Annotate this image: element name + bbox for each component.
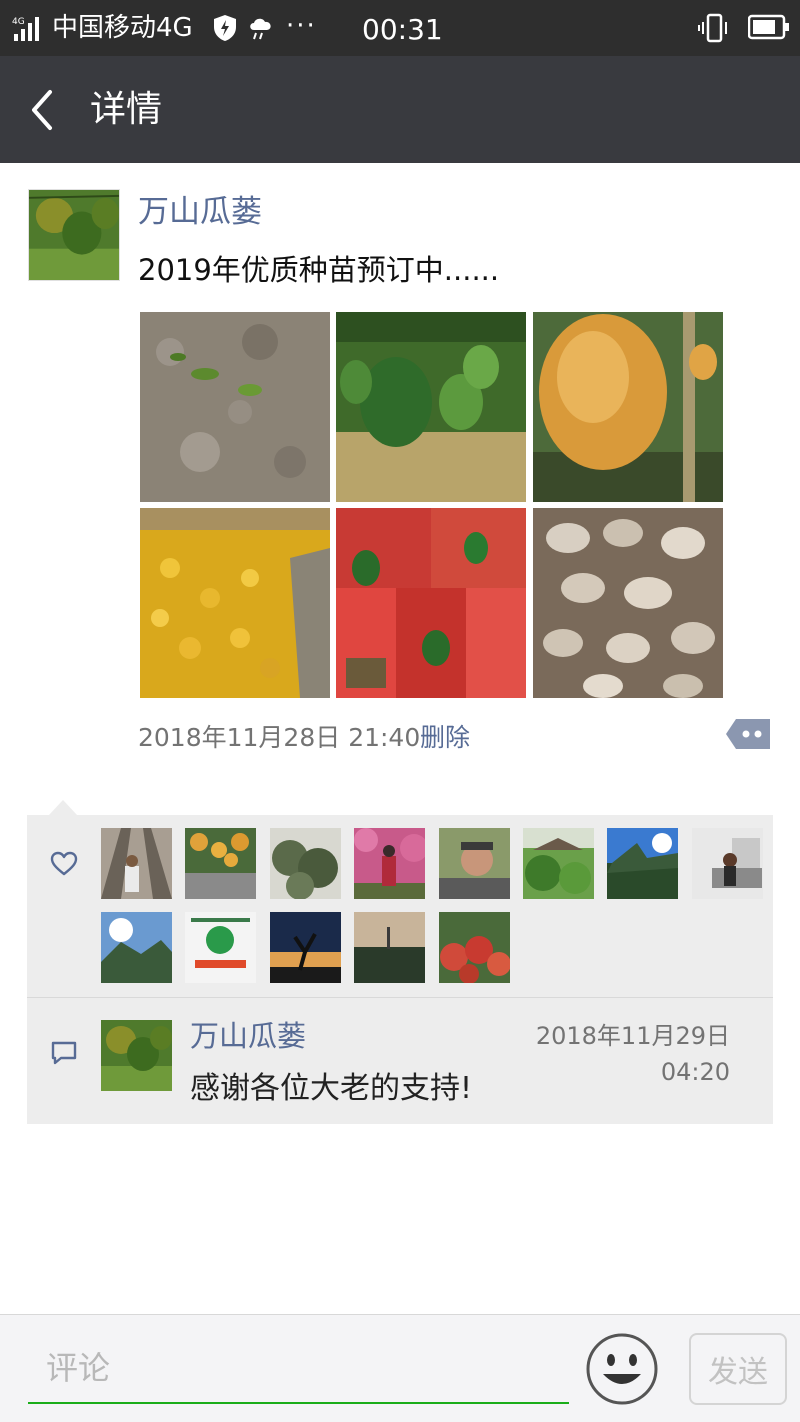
shield-bolt-icon — [214, 15, 236, 41]
comment-author-avatar[interactable] — [101, 1020, 172, 1091]
more-notifications-indicator: ··· — [286, 11, 317, 41]
liker-avatar[interactable] — [185, 912, 256, 983]
back-arrow-icon[interactable] — [22, 82, 62, 138]
liker-avatar[interactable] — [101, 828, 172, 899]
carrier-name: 中国移动4G — [52, 13, 193, 43]
comment-bubble-icon — [51, 1041, 77, 1065]
gourd-seeds-closeup-photo[interactable] — [533, 508, 723, 698]
vibrate-mode-icon — [698, 13, 727, 43]
liker-avatar[interactable] — [439, 912, 510, 983]
liker-avatar[interactable] — [439, 828, 510, 899]
post-author-name[interactable]: 万山瓜蒌 — [138, 192, 262, 232]
send-button[interactable]: 发送 — [689, 1333, 787, 1405]
ripe-golden-gourd-photo[interactable] — [533, 312, 723, 502]
navigation-bar: 详情 — [0, 56, 800, 163]
weather-cloud-icon — [250, 18, 271, 40]
post-text: 2019年优质种苗预订中...... — [138, 253, 500, 287]
green-gourds-on-vine-photo[interactable] — [336, 312, 526, 502]
liker-avatar[interactable] — [523, 828, 594, 899]
liker-avatar[interactable] — [101, 912, 172, 983]
liker-avatar[interactable] — [270, 828, 341, 899]
battery-icon — [748, 14, 789, 40]
comment-input[interactable] — [28, 1334, 569, 1404]
emoji-smiley-icon[interactable] — [585, 1332, 659, 1406]
liker-avatar[interactable] — [607, 828, 678, 899]
comment-text: 感谢各位大老的支持! — [190, 1071, 473, 1106]
page-title: 详情 — [90, 89, 163, 130]
comment-timestamp: 2018年11月29日 04:20 — [535, 1022, 730, 1086]
packaged-seeds-photo[interactable] — [336, 508, 526, 698]
more-actions-icon[interactable] — [724, 717, 772, 751]
status-time: 00:31 — [362, 13, 443, 46]
panel-divider — [27, 997, 773, 998]
golden-gourd-harvest-pile-photo[interactable] — [140, 508, 330, 698]
post-photo-grid — [140, 312, 725, 698]
liker-avatar[interactable] — [354, 828, 425, 899]
svg-text:4G: 4G — [12, 17, 25, 27]
liker-avatar[interactable] — [692, 828, 763, 899]
comment-author-name[interactable]: 万山瓜蒌 — [190, 1016, 306, 1056]
signal-strength-icon: 4G — [12, 17, 39, 41]
heart-outline-icon — [50, 851, 78, 876]
liker-avatar[interactable] — [185, 828, 256, 899]
post-author-avatar[interactable] — [28, 189, 120, 281]
liker-avatar[interactable] — [270, 912, 341, 983]
status-bar: 4G 中国移动4G ··· 00:31 — [0, 0, 800, 56]
seedling-soil-photo[interactable] — [140, 312, 330, 502]
delete-post-link[interactable]: 删除 — [420, 720, 470, 756]
post-timestamp: 2018年11月28日 21:40 — [138, 723, 421, 752]
liker-avatar[interactable] — [354, 912, 425, 983]
panel-pointer — [49, 800, 77, 815]
